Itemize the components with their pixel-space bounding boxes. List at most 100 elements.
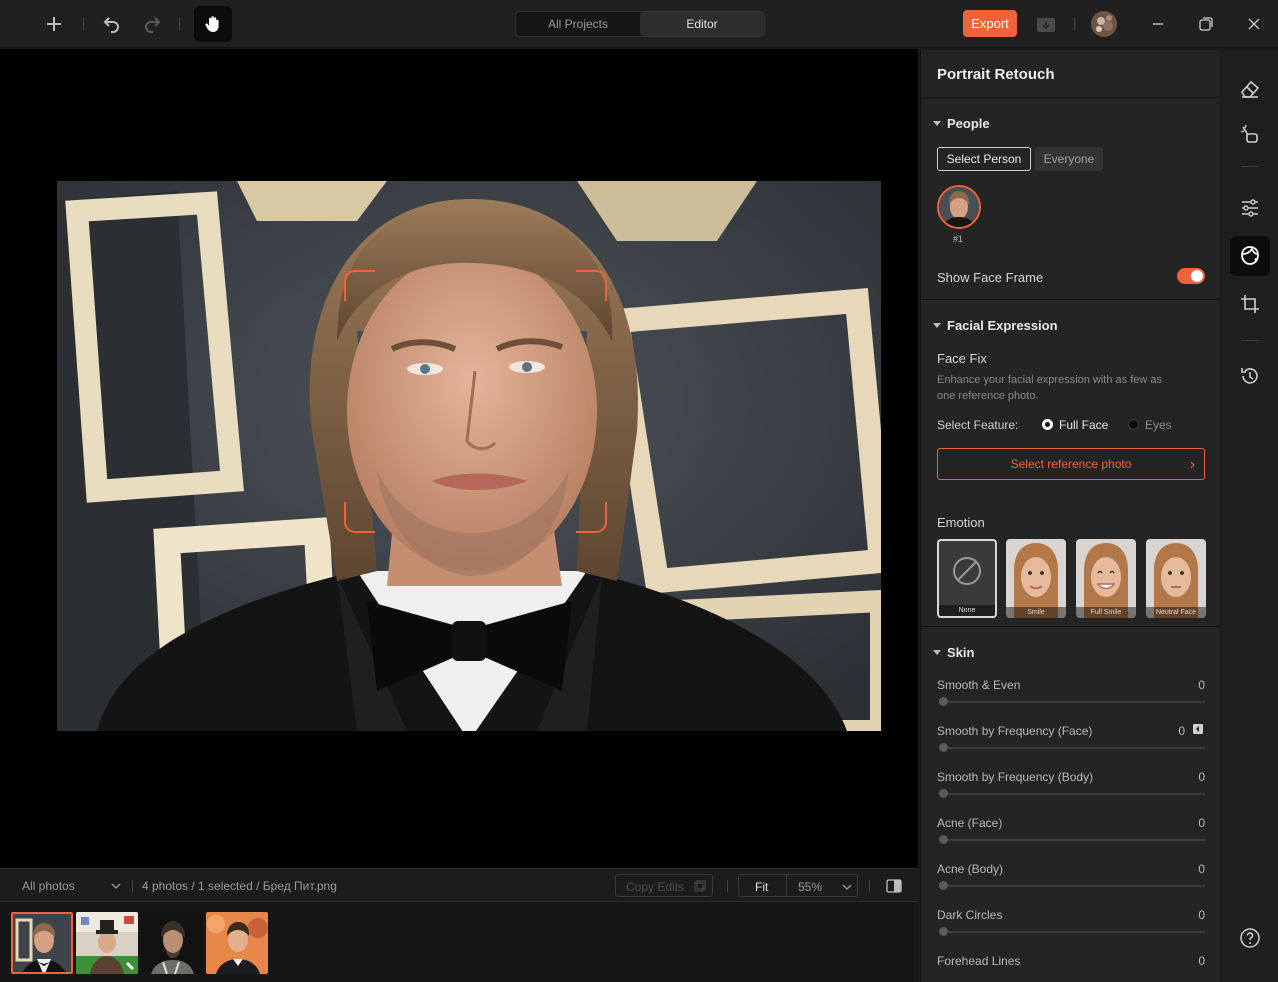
plus-icon[interactable]	[38, 8, 70, 40]
show-face-frame-toggle[interactable]	[1177, 268, 1205, 284]
eyes-radio[interactable]	[1128, 419, 1139, 430]
zoom-value[interactable]: 55%	[798, 880, 822, 894]
slider-smooth-frequency-body[interactable]: Smooth by Frequency (Body) 0	[937, 770, 1205, 816]
app-window: All Projects Editor Export All photos 4 …	[0, 0, 1278, 982]
skin-heading: Skin	[947, 645, 975, 660]
restore-icon[interactable]	[1194, 12, 1218, 36]
minimize-icon[interactable]	[1146, 12, 1170, 36]
crop-icon[interactable]	[1230, 284, 1270, 324]
eraser-icon[interactable]	[1230, 68, 1270, 108]
redo-icon[interactable]	[136, 8, 168, 40]
slider-track[interactable]	[941, 793, 1205, 795]
help-icon[interactable]	[1230, 918, 1270, 958]
slider-value: 0	[1198, 862, 1205, 876]
divider	[727, 880, 728, 892]
select-reference-photo-label: Select reference photo	[1010, 457, 1132, 471]
divider	[786, 875, 787, 896]
slider-acne-face[interactable]: Acne (Face) 0	[937, 816, 1205, 862]
caret-down-icon	[933, 121, 941, 126]
history-icon[interactable]	[1230, 356, 1270, 396]
slider-handle[interactable]	[939, 743, 948, 752]
panel-title: Portrait Retouch	[921, 50, 1220, 98]
fit-button[interactable]: Fit	[755, 880, 768, 894]
no-symbol-icon	[953, 557, 981, 585]
avatar[interactable]	[1088, 8, 1120, 40]
portrait-retouch-icon[interactable]	[1230, 236, 1270, 276]
slider-handle[interactable]	[939, 927, 948, 936]
slider-handle[interactable]	[939, 881, 948, 890]
thumbnail-2[interactable]	[76, 912, 138, 974]
export-button[interactable]: Export	[963, 10, 1017, 37]
photo-filter-select[interactable]: All photos	[22, 879, 75, 893]
slider-handle[interactable]	[939, 835, 948, 844]
slider-dark-circles[interactable]: Dark Circles 0	[937, 908, 1205, 954]
eyes-option-label[interactable]: Eyes	[1145, 418, 1172, 432]
everyone-button[interactable]: Everyone	[1035, 147, 1103, 171]
emotion-smile[interactable]: Smile	[1006, 539, 1066, 618]
skin-header[interactable]: Skin	[933, 645, 974, 660]
thumbnail-1[interactable]	[11, 912, 73, 974]
thumbnail-3[interactable]	[141, 912, 203, 974]
slider-forehead-lines[interactable]: Forehead Lines 0	[937, 954, 1205, 982]
adjustments-icon[interactable]	[1230, 188, 1270, 228]
slider-value: 0	[1198, 678, 1205, 692]
face-frame[interactable]	[343, 269, 608, 534]
emotion-options: None Smile Full Smile Neutral Face	[937, 539, 1211, 619]
slider-track[interactable]	[941, 885, 1205, 887]
toolbar-divider	[1074, 17, 1075, 31]
slider-smooth-frequency-face[interactable]: Smooth by Frequency (Face) 0	[937, 724, 1205, 770]
slider-acne-body[interactable]: Acne (Body) 0	[937, 862, 1205, 908]
people-header[interactable]: People	[933, 116, 990, 131]
close-icon[interactable]	[1242, 12, 1266, 36]
portrait-photo[interactable]	[57, 181, 881, 731]
people-heading: People	[947, 116, 990, 131]
magic-brush-icon[interactable]	[1230, 114, 1270, 154]
emotion-neutral-face[interactable]: Neutral Face	[1146, 539, 1206, 618]
emotion-neutral-face-label: Neutral Face	[1146, 607, 1206, 618]
full-face-radio[interactable]	[1042, 419, 1053, 430]
hand-icon[interactable]	[194, 6, 232, 42]
import-icon[interactable]	[1030, 8, 1062, 40]
select-reference-photo-button[interactable]: Select reference photo	[937, 448, 1205, 480]
tab-editor[interactable]: Editor	[640, 12, 764, 36]
tab-all-projects[interactable]: All Projects	[516, 12, 640, 36]
image-canvas[interactable]	[0, 49, 918, 868]
top-toolbar: All Projects Editor Export	[0, 0, 1278, 48]
slider-smooth-even[interactable]: Smooth & Even 0	[937, 678, 1205, 724]
portrait-retouch-panel: Portrait Retouch People Select Person Ev…	[920, 50, 1220, 982]
person-1-avatar[interactable]	[937, 185, 981, 229]
face-fix-description-line-1: Enhance your facial expression with as f…	[937, 374, 1163, 386]
chevron-right-icon	[1190, 461, 1195, 469]
chevron-down-icon[interactable]	[842, 883, 852, 891]
emotion-none-label: None	[939, 605, 995, 616]
slider-label: Dark Circles	[937, 908, 1003, 922]
toolbar-divider	[179, 17, 180, 31]
facial-expression-header[interactable]: Facial Expression	[933, 318, 1058, 333]
undo-icon[interactable]	[96, 8, 128, 40]
copy-edits-label: Copy Edits	[626, 880, 685, 894]
slider-track[interactable]	[941, 839, 1205, 841]
show-face-frame-label: Show Face Frame	[937, 270, 1044, 285]
select-person-button[interactable]: Select Person	[937, 147, 1031, 171]
divider	[869, 880, 870, 892]
emotion-full-smile-label: Full Smile	[1076, 607, 1136, 618]
slider-handle[interactable]	[939, 789, 948, 798]
facial-expression-heading: Facial Expression	[947, 318, 1058, 333]
slider-track[interactable]	[941, 701, 1205, 703]
slider-label: Smooth by Frequency (Body)	[937, 770, 1094, 784]
slider-track[interactable]	[941, 747, 1205, 749]
caret-down-icon	[933, 650, 941, 655]
slider-track[interactable]	[941, 931, 1205, 933]
emotion-label: Emotion	[937, 515, 985, 530]
slider-handle[interactable]	[939, 697, 948, 706]
compare-icon[interactable]	[886, 878, 902, 894]
emotion-none[interactable]: None	[937, 539, 997, 618]
full-face-option-label[interactable]: Full Face	[1059, 418, 1108, 432]
emotion-full-smile[interactable]: Full Smile	[1076, 539, 1136, 618]
emotion-smile-label: Smile	[1006, 607, 1066, 618]
copy-edits-button[interactable]: Copy Edits	[615, 874, 713, 897]
thumbnail-4[interactable]	[206, 912, 268, 974]
view-switcher: All Projects Editor	[515, 11, 765, 37]
reset-icon[interactable]	[1193, 724, 1203, 734]
chevron-down-icon[interactable]	[111, 882, 121, 890]
